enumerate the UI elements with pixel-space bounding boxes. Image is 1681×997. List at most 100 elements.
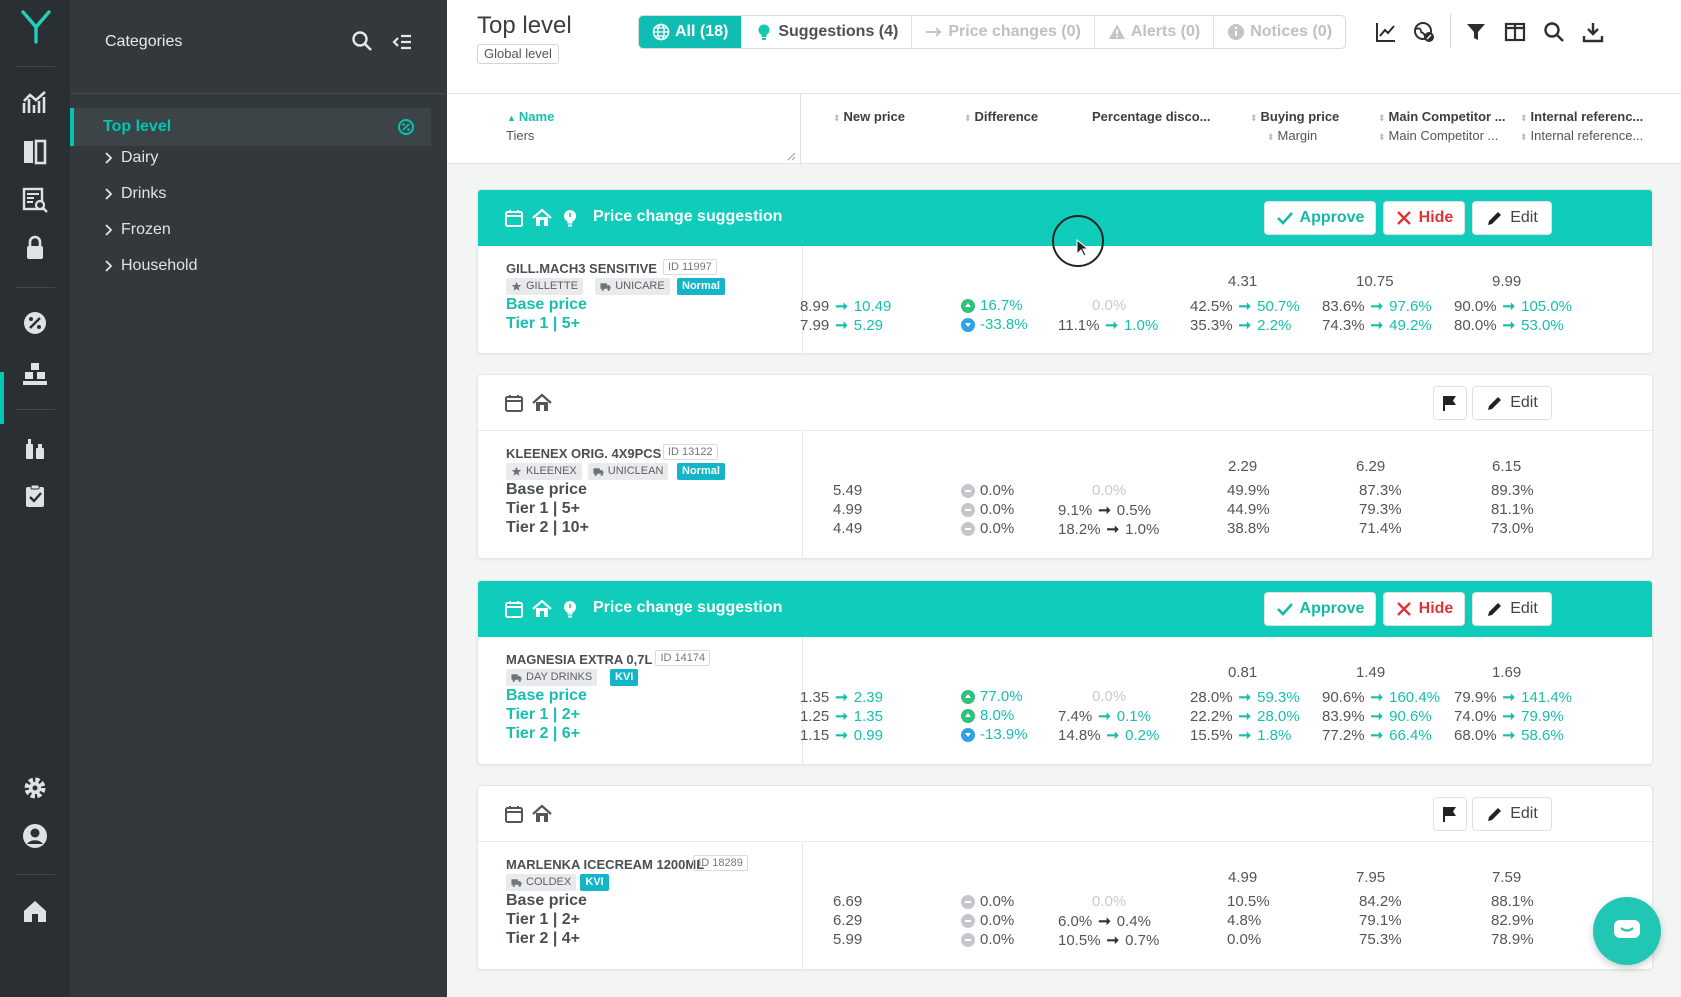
products-icon[interactable] (21, 434, 49, 462)
tier-row: Tier 2 | 4+ 5.99 0.0% 10.5% ➞ 0.7% 0.0% 75.3% 78… (478, 930, 1652, 950)
discount-value: 9.1% (1058, 501, 1093, 519)
flag-button[interactable] (1433, 797, 1467, 831)
calendar-icon[interactable] (504, 804, 524, 824)
tree-item-household[interactable]: Household (103, 255, 198, 277)
edit-button[interactable]: Edit (1472, 386, 1552, 420)
tree-item-dairy[interactable]: Dairy (103, 147, 158, 169)
home-icon[interactable] (532, 599, 552, 619)
percent-value: 83.9% (1322, 707, 1365, 725)
buying-price-value: 2.29 (1228, 458, 1258, 475)
col-internal-ref[interactable]: ⬍ Internal referenc... (1520, 109, 1643, 124)
col-name-label: Name (518, 109, 555, 124)
tier-label: Base price (506, 296, 587, 313)
edit-button[interactable]: Edit (1472, 592, 1552, 626)
internal-ref-value: 1.69 (1492, 664, 1522, 681)
approve-button[interactable]: Approve (1264, 592, 1376, 626)
lock-icon[interactable] (21, 234, 49, 262)
filter-icon[interactable] (1465, 21, 1487, 43)
col-buying-price[interactable]: ⬍ Buying price (1250, 109, 1339, 124)
chat-icon (1614, 920, 1640, 938)
tab-all[interactable]: All (18) (639, 16, 742, 48)
edit-label: Edit (1510, 600, 1538, 617)
calendar-icon[interactable] (504, 393, 524, 413)
settings-icon[interactable] (21, 774, 49, 802)
pricing-globe-icon[interactable] (1413, 21, 1435, 43)
column-header: ▲ Name Tiers ⬍ New price ⬍ Difference Perce… (447, 94, 1681, 164)
percent-value: 28.0% (1190, 688, 1233, 706)
pricing-rule-icon[interactable] (397, 118, 415, 136)
columns-icon[interactable] (1504, 21, 1526, 43)
card-header: Edit (478, 786, 1652, 842)
tree-item-label: Dairy (121, 149, 159, 166)
resize-handle-icon[interactable] (786, 151, 796, 161)
report-search-icon[interactable] (21, 186, 49, 214)
col-difference[interactable]: ⬍ Difference (964, 109, 1038, 124)
col-main-competitor-sub[interactable]: ⬍ Main Competitor ... (1378, 128, 1498, 143)
divider (70, 93, 447, 94)
edit-button[interactable]: Edit (1472, 201, 1552, 235)
col-main-competitor[interactable]: ⬍ Main Competitor ... (1378, 109, 1506, 124)
user-account-icon[interactable] (21, 822, 49, 850)
home-icon[interactable] (532, 393, 552, 413)
hide-button[interactable]: Hide (1383, 201, 1465, 235)
chat-button[interactable] (1593, 897, 1661, 965)
chart-line-icon[interactable] (1375, 21, 1397, 43)
percent-value: 73.0% (1491, 520, 1534, 537)
hide-button[interactable]: Hide (1383, 592, 1465, 626)
tier-label: Base price (506, 892, 587, 909)
search-icon[interactable] (351, 30, 373, 52)
product-tag: UNICARE (595, 278, 670, 295)
approve-button[interactable]: Approve (1264, 201, 1376, 235)
product-name: GILL.MACH3 SENSITIVE (506, 261, 657, 276)
download-icon[interactable] (1582, 21, 1604, 43)
percent-new-value: 66.4% (1389, 726, 1432, 744)
price-tiers-icon[interactable] (21, 360, 49, 388)
col-internal-ref-sub[interactable]: ⬍ Internal reference... (1520, 128, 1643, 143)
layout-icon[interactable] (21, 138, 49, 166)
chevron-right-icon (105, 260, 113, 272)
col-pct-discount[interactable]: Percentage disco... (1092, 109, 1211, 124)
calendar-icon[interactable] (504, 599, 524, 619)
home-icon[interactable] (21, 897, 49, 925)
tab-suggestions[interactable]: Suggestions (4) (741, 16, 911, 48)
tree-item-top-level[interactable]: Top level (70, 108, 431, 146)
neutral-icon (961, 483, 975, 498)
collapse-sidebar-icon[interactable] (391, 31, 413, 53)
calendar-icon[interactable] (504, 208, 524, 228)
tag-label: GILLETTE (526, 280, 578, 292)
tab-label: Suggestions (4) (778, 23, 899, 40)
tab-notices[interactable]: Notices (0) (1213, 16, 1345, 48)
home-icon[interactable] (532, 804, 552, 824)
truck-icon (593, 468, 604, 476)
internal-ref-value: 6.15 (1492, 458, 1522, 475)
analytics-icon[interactable] (21, 89, 49, 117)
discount-value: 10.5% (1058, 931, 1101, 949)
col-name[interactable]: ▲ Name (507, 109, 554, 124)
increase-icon (961, 689, 975, 704)
app-logo-icon[interactable] (21, 10, 51, 44)
col-new-price[interactable]: ⬍ New price (833, 109, 905, 124)
tab-label: Notices (0) (1250, 23, 1333, 40)
tab-alerts[interactable]: Alerts (0) (1093, 16, 1213, 48)
old-price: 1.25 (800, 707, 830, 725)
difference-value: 0.0% (980, 893, 1015, 910)
percent-value: 49.9% (1227, 482, 1270, 499)
active-indicator (70, 108, 74, 146)
col-label: Internal referenc... (1530, 109, 1644, 124)
search-icon[interactable] (1543, 21, 1565, 43)
hide-label: Hide (1418, 600, 1454, 617)
rail-divider (15, 874, 55, 875)
clipboard-check-icon[interactable] (21, 482, 49, 510)
difference-value: 0.0% (980, 931, 1015, 948)
tree-item-frozen[interactable]: Frozen (103, 219, 171, 241)
flag-button[interactable] (1433, 386, 1467, 420)
edit-button[interactable]: Edit (1472, 797, 1552, 831)
percent-value: 4.8% (1227, 912, 1262, 929)
old-price: 1.35 (800, 688, 830, 706)
tree-item-drinks[interactable]: Drinks (103, 183, 166, 205)
pricing-badge-icon[interactable] (21, 309, 49, 337)
col-margin[interactable]: ⬍ Margin (1267, 128, 1317, 143)
home-icon[interactable] (532, 208, 552, 228)
tab-price-changes[interactable]: Price changes (0) (911, 16, 1094, 48)
suggestion-title: Price change suggestion (593, 599, 783, 616)
